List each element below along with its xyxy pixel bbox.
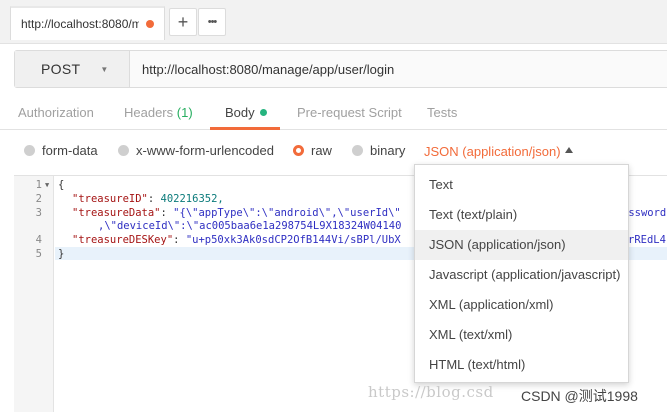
line-number: 4 xyxy=(35,234,42,246)
tab-tests[interactable]: Tests xyxy=(427,105,457,120)
content-type-menu: Text Text (text/plain) JSON (application… xyxy=(414,164,629,383)
tab-pre-request-script[interactable]: Pre-request Script xyxy=(297,105,402,120)
body-active-dot-icon xyxy=(259,109,267,116)
code-line: "treasureData": "{\"appType\":\"android\… xyxy=(72,207,401,219)
tab-body[interactable]: Body xyxy=(225,105,267,120)
fold-arrow-icon[interactable]: ▼ xyxy=(45,181,49,189)
request-tab-bar: http://localhost:8080/ma + ••• xyxy=(0,0,667,44)
menu-item-xml-application[interactable]: XML (application/xml) xyxy=(415,290,628,320)
line-number: 1 xyxy=(35,179,42,191)
chevron-up-icon[interactable] xyxy=(565,147,573,153)
menu-item-json[interactable]: JSON (application/json) xyxy=(415,230,628,260)
attribution-text: CSDN @测试1998 xyxy=(521,388,638,404)
radio-binary[interactable]: binary xyxy=(352,143,405,158)
code-line: } xyxy=(58,248,65,260)
method-select[interactable]: POST ▼ xyxy=(15,51,130,87)
radio-form-data[interactable]: form-data xyxy=(24,143,98,158)
menu-item-xml-text[interactable]: XML (text/xml) xyxy=(415,320,628,350)
code-line: "treasureID": 402216352, xyxy=(72,193,224,205)
tab-body-label: Body xyxy=(225,105,255,120)
menu-item-html[interactable]: HTML (text/html) xyxy=(415,350,628,380)
request-tab-title: http://localhost:8080/ma xyxy=(21,17,139,31)
radio-button-icon xyxy=(24,145,35,156)
content-type-select[interactable]: JSON (application/json) xyxy=(424,144,561,159)
radio-urlencoded-label: x-www-form-urlencoded xyxy=(136,143,274,158)
radio-button-icon xyxy=(118,145,129,156)
request-url-bar: POST ▼ http://localhost:8080/manage/app/… xyxy=(14,50,667,88)
menu-item-text[interactable]: Text xyxy=(415,170,628,200)
json-key: "treasureDESKey" xyxy=(72,234,174,246)
code-line: { xyxy=(58,179,65,191)
url-input[interactable]: http://localhost:8080/manage/app/user/lo… xyxy=(142,62,394,77)
radio-selected-icon xyxy=(293,145,304,156)
json-key: "treasureID" xyxy=(72,193,148,205)
radio-binary-label: binary xyxy=(370,143,406,158)
watermark-text: https://blog.csd xyxy=(368,383,494,401)
menu-item-javascript[interactable]: Javascript (application/javascript) xyxy=(415,260,628,290)
json-value: 402216352, xyxy=(160,193,224,205)
radio-raw[interactable]: raw xyxy=(293,143,332,158)
code-line-tail: rREdL4 xyxy=(628,234,666,246)
tab-headers-label: Headers xyxy=(124,105,174,120)
more-tabs-icon[interactable]: ••• xyxy=(198,8,226,36)
body-type-options: form-data x-www-form-urlencoded raw bina… xyxy=(0,136,667,166)
radio-form-data-label: form-data xyxy=(42,143,98,158)
line-number: 2 xyxy=(35,193,42,205)
menu-item-text-plain[interactable]: Text (text/plain) xyxy=(415,200,628,230)
active-tab-underline xyxy=(210,127,280,130)
tab-headers[interactable]: Headers (1) xyxy=(124,105,193,120)
headers-count-badge: (1) xyxy=(176,105,193,120)
json-value: "{\"appType\":\"android\",\"userId\" xyxy=(173,207,401,219)
line-number: 3 xyxy=(35,207,42,219)
method-label: POST xyxy=(41,61,81,77)
request-subtabs: Authorization Headers (1) Body Pre-reque… xyxy=(0,96,667,130)
request-tab[interactable]: http://localhost:8080/ma xyxy=(10,6,165,40)
json-key: "treasureData" xyxy=(72,207,161,219)
tab-authorization[interactable]: Authorization xyxy=(18,105,94,120)
radio-raw-label: raw xyxy=(311,143,332,158)
unsaved-dot-icon xyxy=(146,20,154,28)
editor-gutter: 1 ▼ 2 3 4 5 xyxy=(14,176,54,412)
chevron-down-icon: ▼ xyxy=(100,64,109,74)
radio-button-icon xyxy=(352,145,363,156)
radio-urlencoded[interactable]: x-www-form-urlencoded xyxy=(118,143,274,158)
line-number: 5 xyxy=(35,248,42,260)
code-line: "treasureDESKey": "u+p50xk3Ak0sdCP2OfB14… xyxy=(72,234,401,246)
code-line: ,\"deviceId\":\"ac005baa6e1a298754L9X183… xyxy=(98,220,402,232)
postman-window: http://localhost:8080/ma + ••• POST ▼ ht… xyxy=(0,0,667,412)
new-tab-button[interactable]: + xyxy=(169,8,197,36)
json-value: "u+p50xk3Ak0sdCP2OfB144Vi/sBPl/UbX xyxy=(185,234,401,246)
